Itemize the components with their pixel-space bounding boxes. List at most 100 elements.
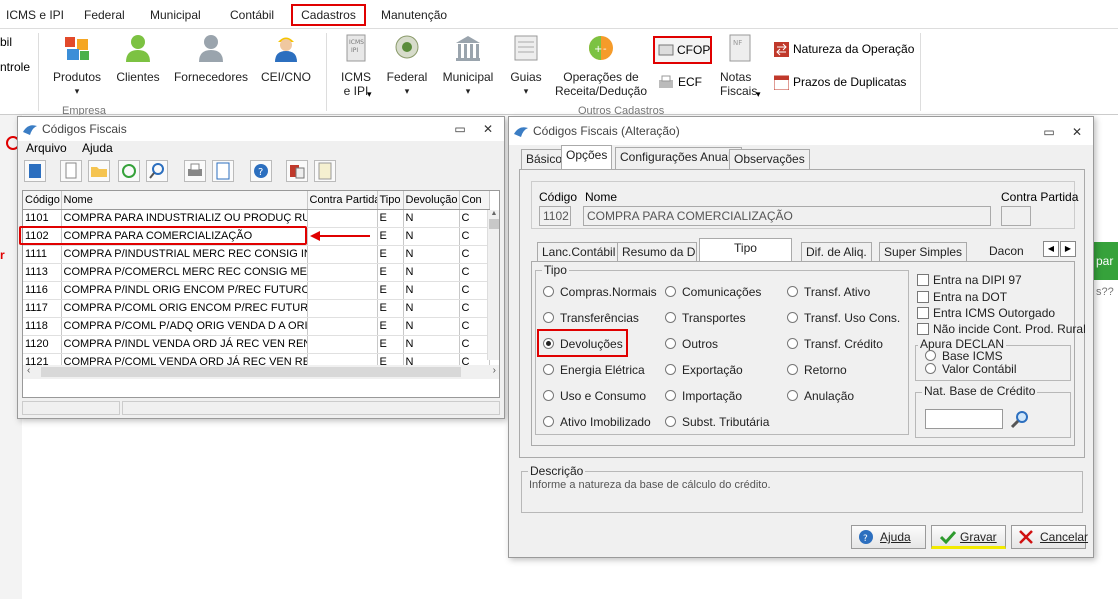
- tab-icms-ipi[interactable]: ICMS e IPI: [0, 4, 70, 26]
- table-row[interactable]: 1111 COMPRA P/INDUSTRIAL MERC REC CONSIG …: [23, 245, 490, 264]
- vertical-scrollbar[interactable]: ▲: [487, 210, 499, 360]
- radio-tipo-option[interactable]: Ativo Imobilizado: [543, 415, 651, 429]
- table-row[interactable]: 1120 COMPRA P/INDL VENDA ORD JÁ REC VEN R…: [23, 335, 490, 354]
- window-title: Códigos Fiscais (Alteração): [533, 124, 680, 138]
- check-nao-incide[interactable]: Não incide Cont. Prod. Rural: [917, 322, 1086, 336]
- radio-tipo-option[interactable]: Retorno: [787, 363, 847, 377]
- refresh-icon[interactable]: [118, 160, 140, 182]
- subtab-tipo[interactable]: Tipo: [699, 238, 792, 262]
- search-icon[interactable]: [146, 160, 168, 182]
- export-icon[interactable]: [286, 160, 308, 182]
- svg-text:?: ?: [258, 167, 263, 178]
- tab-federal[interactable]: Federal: [78, 4, 131, 26]
- clientes-button[interactable]: Clientes: [112, 33, 164, 84]
- check-dipi[interactable]: Entra na DIPI 97: [917, 273, 1022, 287]
- check-icms-outorgado[interactable]: Entra ICMS Outorgado: [917, 306, 1055, 320]
- gravar-button[interactable]: Gravar: [931, 525, 1006, 549]
- operacoes-button[interactable]: + - Operações de Receita/Dedução: [552, 33, 650, 98]
- subtab-super-simples[interactable]: Super Simples: [879, 242, 968, 262]
- contra-partida-field[interactable]: [1001, 206, 1031, 226]
- open-icon[interactable]: [88, 160, 110, 182]
- calendar-icon: [774, 75, 789, 90]
- col-con[interactable]: Con: [459, 191, 490, 210]
- restore-icon[interactable]: ▭: [450, 120, 470, 138]
- radio-base-icms[interactable]: Base ICMS: [925, 349, 1003, 363]
- table-row[interactable]: 1113 COMPRA P/COMERCL MERC REC CONSIG MEF…: [23, 263, 490, 282]
- radio-tipo-option[interactable]: Exportação: [665, 363, 743, 377]
- exit-icon[interactable]: [24, 160, 46, 182]
- tab-scroll-right-icon[interactable]: ▶: [1060, 241, 1076, 257]
- ajuda-button[interactable]: ? Ajuda: [851, 525, 926, 549]
- tab-opcoes[interactable]: Opções: [561, 145, 613, 169]
- print-icon[interactable]: [184, 160, 206, 182]
- check-dot[interactable]: Entra na DOT: [917, 290, 1007, 304]
- cei-cno-button[interactable]: CEI/CNO: [256, 33, 316, 84]
- radio-tipo-option[interactable]: Compras.Normais: [543, 285, 657, 299]
- menu-arquivo[interactable]: Arquivo: [26, 141, 67, 155]
- radio-tipo-option[interactable]: Comunicações: [665, 285, 761, 299]
- building-icon: [456, 36, 480, 61]
- cfop-button[interactable]: CFOP: [653, 36, 712, 64]
- guias-button[interactable]: Guias ▾: [506, 33, 546, 98]
- produtos-button[interactable]: Produtos ▾: [48, 33, 106, 98]
- radio-tipo-option[interactable]: Transferências: [543, 311, 639, 325]
- subtab-dif-aliq[interactable]: Dif. de Aliq.: [801, 242, 872, 262]
- subtab-resumo-dipi[interactable]: Resumo da DIPI: [617, 242, 697, 262]
- col-tipo[interactable]: Tipo: [377, 191, 404, 210]
- ribbon-cut-label-1[interactable]: bil: [0, 35, 12, 49]
- restore-icon[interactable]: ▭: [1039, 123, 1059, 141]
- radio-tipo-option[interactable]: Anulação: [787, 389, 854, 403]
- close-icon[interactable]: ✕: [478, 120, 498, 138]
- col-devolucao[interactable]: Devolução: [403, 191, 460, 210]
- table-cell: N: [403, 281, 460, 300]
- col-nome[interactable]: Nome: [61, 191, 308, 210]
- table-row[interactable]: 1118 COMPRA P/COML P/ADQ ORIG VENDA D A O…: [23, 317, 490, 336]
- tab-scroll-left-icon[interactable]: ◀: [1043, 241, 1059, 257]
- tab-municipal[interactable]: Municipal: [144, 4, 207, 26]
- col-contra-partida[interactable]: Contra Partida: [307, 191, 378, 210]
- col-codigo[interactable]: Código: [23, 191, 62, 210]
- radio-tipo-option[interactable]: Transf. Uso Cons.: [787, 311, 900, 325]
- radio-tipo-option[interactable]: Transf. Ativo: [787, 285, 870, 299]
- radio-valor-contabil[interactable]: Valor Contábil: [925, 362, 1016, 376]
- horizontal-scrollbar[interactable]: ‹ ›: [23, 365, 499, 379]
- preview-icon[interactable]: [212, 160, 234, 182]
- close-icon[interactable]: ✕: [1067, 123, 1087, 141]
- tab-configuracoes-anuais[interactable]: Configurações Anuais: [615, 147, 742, 169]
- radio-tipo-option[interactable]: Subst. Tributária: [665, 415, 769, 429]
- table-row[interactable]: 1101 COMPRA PARA INDUSTRIALIZ OU PRODUÇ R…: [23, 209, 490, 228]
- ribbon-cut-label-2[interactable]: ntrole: [0, 60, 30, 74]
- search-icon[interactable]: [1009, 409, 1031, 429]
- table-cell: COMPRA P/COMERCL MERC REC CONSIG MEF: [61, 263, 308, 282]
- radio-tipo-option[interactable]: Transf. Crédito: [787, 337, 883, 351]
- radio-tipo-option[interactable]: Outros: [665, 337, 718, 351]
- report-icon[interactable]: [314, 160, 336, 182]
- codigo-field[interactable]: 1102: [539, 206, 571, 226]
- radio-tipo-option[interactable]: Importação: [665, 389, 742, 403]
- federal-button[interactable]: Federal ▾: [384, 33, 430, 98]
- nome-field[interactable]: COMPRA PARA COMERCIALIZAÇÃO: [583, 206, 991, 226]
- tab-contabil[interactable]: Contábil: [224, 4, 280, 26]
- municipal-button[interactable]: Municipal ▾: [438, 33, 498, 98]
- help-icon[interactable]: ?: [250, 160, 272, 182]
- green-action-button[interactable]: par: [1094, 242, 1118, 280]
- radio-tipo-option[interactable]: Transportes: [665, 311, 746, 325]
- tab-observacoes[interactable]: Observações: [729, 149, 810, 169]
- radio-tipo-option[interactable]: Energia Elétrica: [543, 363, 645, 377]
- table-row[interactable]: 1117 COMPRA P/COML ORIG ENCOM P/REC FUTUR…: [23, 299, 490, 318]
- menu-ajuda[interactable]: Ajuda: [82, 141, 113, 155]
- codigo-label: Código: [539, 190, 578, 204]
- new-icon[interactable]: [60, 160, 82, 182]
- table-row[interactable]: 1116 COMPRA P/INDL ORIG ENCOM P/REC FUTUR…: [23, 281, 490, 300]
- tab-cadastros[interactable]: Cadastros: [291, 4, 366, 26]
- subtab-lanc-contabil[interactable]: Lanc.Contábil: [537, 242, 621, 262]
- subtab-dacon[interactable]: Dacon: [985, 242, 1028, 262]
- tab-manutencao[interactable]: Manutenção: [375, 4, 453, 26]
- arrows-icon: [774, 42, 789, 57]
- cancelar-button[interactable]: Cancelar: [1011, 525, 1088, 549]
- radio-tipo-option[interactable]: Uso e Consumo: [543, 389, 646, 403]
- nat-base-credito-input[interactable]: [925, 409, 1003, 429]
- table-cell: [307, 299, 378, 318]
- ecf-button[interactable]: ECF: [658, 73, 708, 93]
- fornecedores-button[interactable]: Fornecedores: [172, 33, 250, 84]
